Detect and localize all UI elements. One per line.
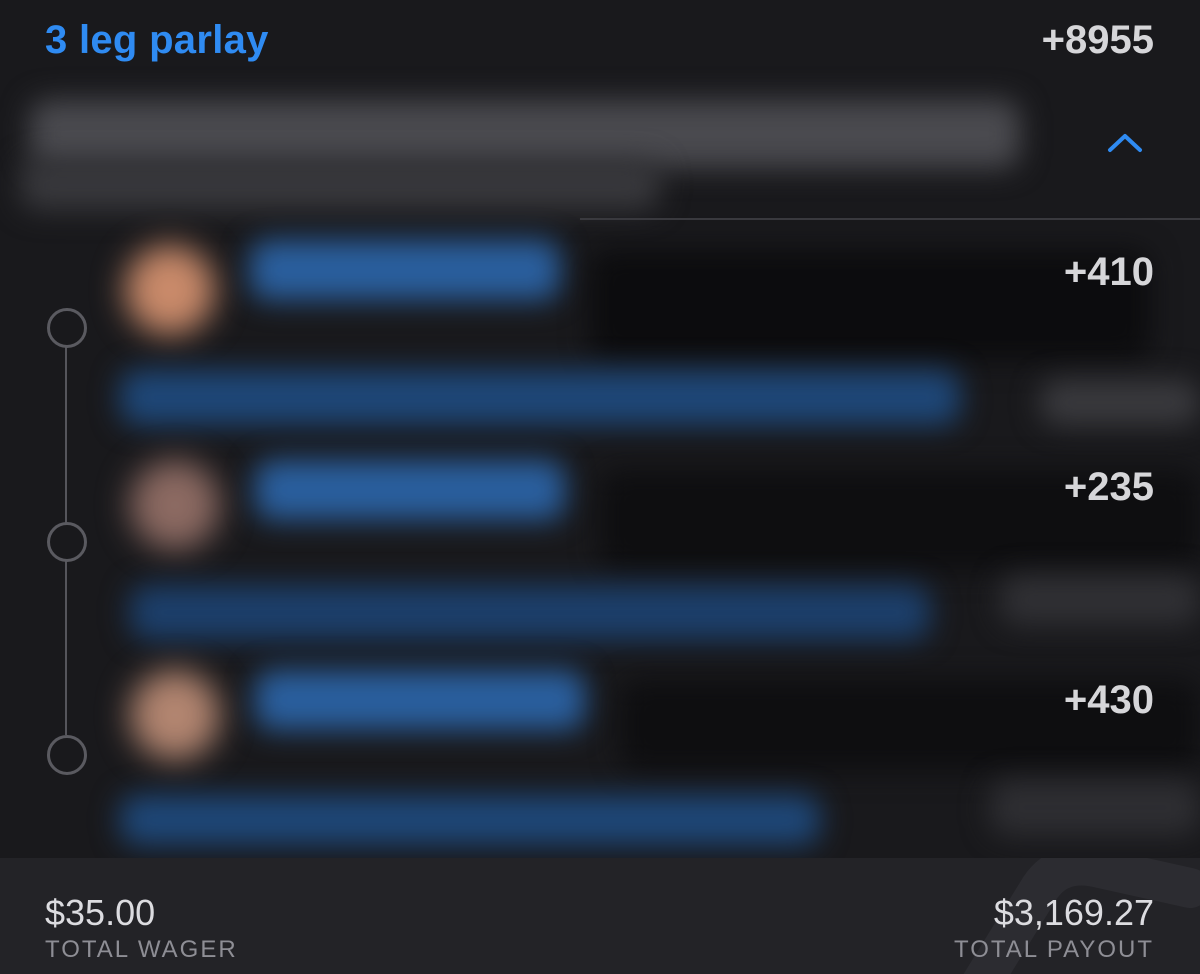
redacted-status bbox=[990, 780, 1200, 835]
total-payout-label: TOTAL PAYOUT bbox=[953, 936, 1154, 963]
total-payout-amount: $3,169.27 bbox=[993, 892, 1154, 933]
leg-odds: +410 bbox=[1063, 250, 1154, 294]
redacted-status bbox=[1040, 380, 1200, 425]
leg-node bbox=[47, 522, 87, 562]
leg-node bbox=[47, 308, 87, 348]
parlay-odds: +8955 bbox=[1041, 18, 1154, 62]
redacted-event-info-shadow bbox=[20, 160, 660, 210]
bet-slip-page: 3 leg parlay +8955 +410 +235 +430 $35.00… bbox=[0, 0, 1200, 974]
bet-summary-footer: $35.00 TOTAL WAGER $3,169.27 TOTAL PAYOU… bbox=[0, 858, 1200, 974]
total-wager-label: TOTAL WAGER bbox=[45, 936, 238, 963]
parlay-header[interactable]: 3 leg parlay +8955 bbox=[0, 0, 1200, 92]
total-wager-amount: $35.00 bbox=[45, 892, 156, 933]
leg-node bbox=[47, 735, 87, 775]
redacted-bet-line bbox=[120, 795, 820, 845]
leg-odds: +235 bbox=[1063, 465, 1154, 509]
redacted-bet-line bbox=[130, 585, 930, 640]
redacted-player-name bbox=[255, 460, 565, 520]
player-avatar bbox=[130, 460, 220, 550]
player-avatar bbox=[125, 245, 215, 335]
player-avatar bbox=[130, 670, 220, 760]
leg-odds: +430 bbox=[1063, 678, 1154, 722]
redacted-player-name bbox=[255, 670, 585, 730]
parlay-card[interactable]: 3 leg parlay +8955 +410 +235 +430 bbox=[0, 0, 1200, 858]
section-divider bbox=[580, 218, 1200, 220]
redacted-status bbox=[1000, 575, 1200, 625]
parlay-title: 3 leg parlay bbox=[45, 18, 269, 62]
chevron-up-icon[interactable] bbox=[1106, 128, 1144, 156]
redacted-bet-line bbox=[120, 370, 960, 425]
redacted-player-name bbox=[250, 240, 560, 300]
redacted-event-info bbox=[30, 100, 1020, 168]
